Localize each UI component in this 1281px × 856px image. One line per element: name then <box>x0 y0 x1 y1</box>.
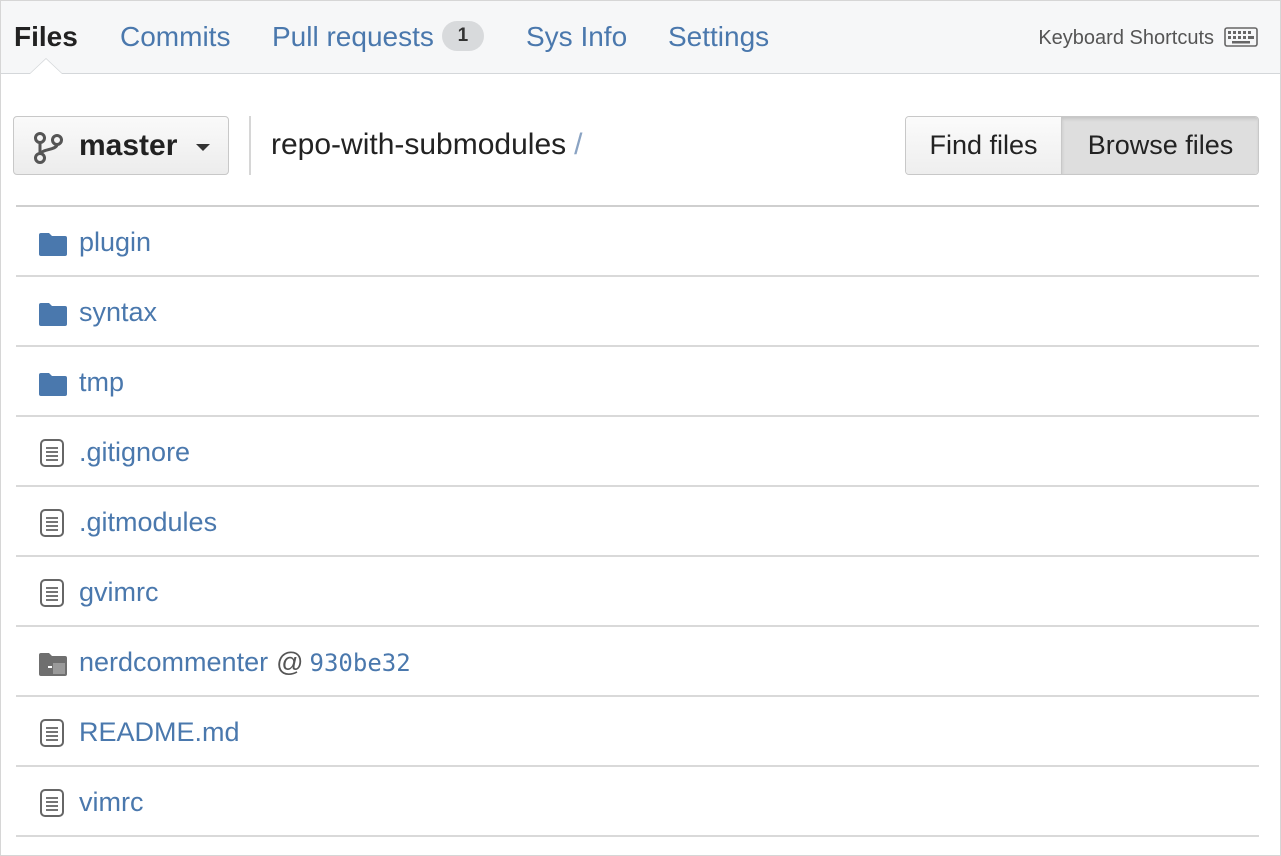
submodule-commit-sha[interactable]: 930be32 <box>310 649 411 677</box>
file-name-link[interactable]: gvimrc <box>79 575 159 609</box>
file-name-text: gvimrc <box>79 577 159 607</box>
breadcrumb-repo-link[interactable]: repo-with-submodules <box>271 128 566 161</box>
tab-commits-label: Commits <box>120 21 231 52</box>
file-text-icon <box>39 578 65 613</box>
folder-icon <box>38 231 68 262</box>
file-row: README.md <box>16 697 1259 767</box>
folder-icon <box>38 371 68 402</box>
file-name-text: tmp <box>79 367 125 397</box>
find-files-button[interactable]: Find files <box>906 117 1062 174</box>
branch-name: master <box>79 129 178 162</box>
breadcrumb: repo-with-submodules / <box>271 126 582 164</box>
tab-commits[interactable]: Commits <box>120 19 230 55</box>
file-name-text: syntax <box>79 297 158 327</box>
file-view-toggle: Find files Browse files <box>905 116 1259 175</box>
keyboard-shortcuts-label: Keyboard Shortcuts <box>1038 27 1214 49</box>
file-list: plugin syntax tmp .gitignore .gitmodules gvim… <box>16 205 1259 837</box>
tab-files[interactable]: Files <box>14 19 78 55</box>
file-text-icon <box>39 788 65 823</box>
top-nav: Files Commits Pull requests 1 Sys Info Se… <box>1 1 1280 74</box>
tab-pull-requests-label: Pull requests <box>272 21 434 52</box>
file-text-icon <box>39 718 65 753</box>
file-name-link[interactable]: .gitmodules <box>79 505 217 539</box>
tab-settings[interactable]: Settings <box>668 19 769 55</box>
folder-icon <box>38 301 68 332</box>
file-name-link[interactable]: syntax <box>79 295 157 329</box>
file-name-link[interactable]: .gitignore <box>79 435 190 469</box>
toolbar-divider <box>249 116 251 175</box>
submodule-at-sign: @ <box>276 647 304 677</box>
file-row: vimrc <box>16 767 1259 837</box>
submodule-icon <box>38 651 68 682</box>
file-row: tmp <box>16 347 1259 417</box>
chevron-down-icon <box>196 144 210 151</box>
browse-files-button[interactable]: Browse files <box>1062 117 1258 174</box>
tab-pull-requests[interactable]: Pull requests 1 <box>272 19 484 55</box>
file-row: gvimrc <box>16 557 1259 627</box>
file-row: .gitmodules <box>16 487 1259 557</box>
file-name-text: vimrc <box>79 787 144 817</box>
file-row: nerdcommenter @930be32 <box>16 627 1259 697</box>
file-name-link[interactable]: nerdcommenter @930be32 <box>79 645 411 680</box>
file-name-link[interactable]: vimrc <box>79 785 143 819</box>
file-name-link[interactable]: README.md <box>79 715 240 749</box>
file-row: syntax <box>16 277 1259 347</box>
file-row: .gitignore <box>16 417 1259 487</box>
file-row: plugin <box>16 207 1259 277</box>
file-name-text: .gitignore <box>79 437 191 467</box>
tab-sys-info[interactable]: Sys Info <box>526 19 627 55</box>
breadcrumb-separator: / <box>574 128 583 161</box>
file-name-text: .gitmodules <box>79 507 218 537</box>
tab-settings-label: Settings <box>668 21 770 52</box>
file-text-icon <box>39 438 65 473</box>
file-text-icon <box>39 508 65 543</box>
file-name-text: plugin <box>79 227 152 257</box>
file-name-text: README.md <box>79 717 240 747</box>
pull-requests-count-badge: 1 <box>441 21 484 52</box>
keyboard-icon <box>1224 26 1258 47</box>
tab-sys-info-label: Sys Info <box>526 21 628 52</box>
file-name-link[interactable]: tmp <box>79 365 124 399</box>
git-branch-icon <box>34 132 63 164</box>
tab-files-label: Files <box>14 21 78 52</box>
branch-selector-button[interactable]: master <box>13 116 229 175</box>
keyboard-shortcuts-link[interactable]: Keyboard Shortcuts <box>1038 25 1258 51</box>
file-name-text: nerdcommenter <box>79 647 269 677</box>
file-name-link[interactable]: plugin <box>79 225 151 259</box>
